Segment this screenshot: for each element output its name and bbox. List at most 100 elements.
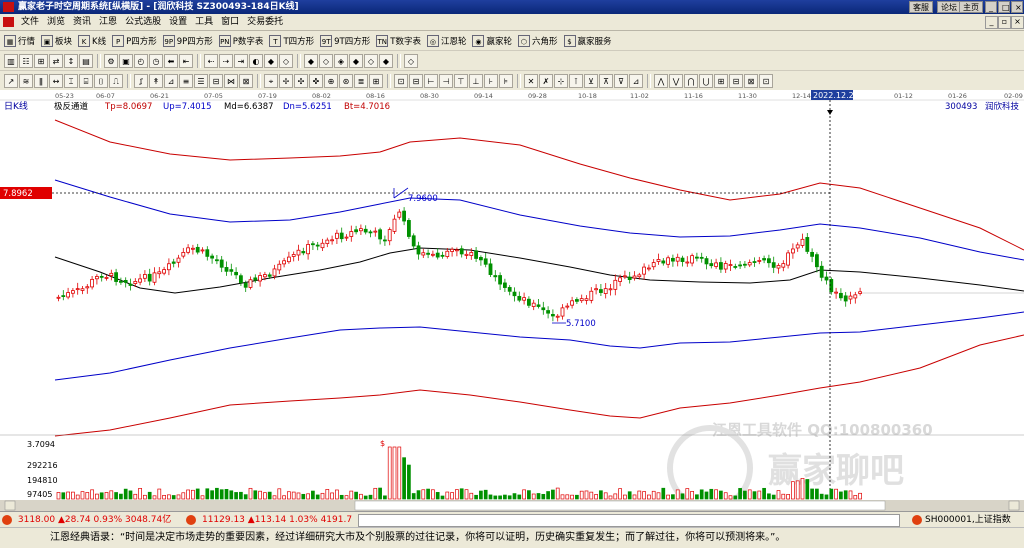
status-scrollbar[interactable] (358, 514, 900, 527)
toolbar-button-t-square[interactable]: T T四方形 (269, 34, 314, 47)
tool-icon[interactable]: ≣ (354, 73, 368, 88)
close-icon[interactable]: × (1011, 1, 1023, 13)
tool-icon[interactable]: ↔ (49, 73, 63, 88)
menu-window[interactable]: 窗口 (217, 14, 243, 30)
tool-icon[interactable]: ⇥ (234, 53, 248, 68)
toolbar-button-gann-wheel[interactable]: ◎ 江恩轮 (426, 34, 466, 47)
current-index-label[interactable]: SH000001,上证指数 (925, 512, 1011, 527)
service-button[interactable]: 客服 (909, 1, 933, 13)
tool-icon[interactable]: ≡ (179, 73, 193, 88)
tool-icon[interactable]: ✜ (309, 73, 323, 88)
tool-icon[interactable]: ⌷ (94, 73, 108, 88)
tool-icon[interactable]: ◷ (149, 53, 163, 68)
tool-icon[interactable]: ⊠ (239, 73, 253, 88)
tool-icon[interactable]: ⋁ (669, 73, 683, 88)
scroll-thumb[interactable] (354, 500, 886, 511)
tool-icon[interactable]: ⊢ (424, 73, 438, 88)
tool-icon[interactable]: ◆ (264, 53, 278, 68)
sh-index-value[interactable]: 3118.00 (18, 515, 55, 525)
tool-icon[interactable]: ☰ (194, 73, 208, 88)
tool-icon[interactable]: ⊻ (584, 73, 598, 88)
tool-icon[interactable]: ▣ (119, 53, 133, 68)
tool-icon[interactable]: ⊡ (394, 73, 408, 88)
tool-icon[interactable]: ⊛ (339, 73, 353, 88)
tool-icon[interactable]: ⋃ (699, 73, 713, 88)
tool-icon[interactable]: ◴ (134, 53, 148, 68)
tool-icon[interactable]: ⊤ (454, 73, 468, 88)
toolbar-button-winner-wheel[interactable]: ◉ 赢家轮 (472, 34, 512, 47)
toolbar-button-t-number[interactable]: TN T数字表 (376, 34, 421, 47)
tool-icon[interactable]: ↕ (64, 53, 78, 68)
tool-icon[interactable]: ⊦ (484, 73, 498, 88)
tool-icon[interactable]: ⊣ (439, 73, 453, 88)
tool-icon[interactable]: ✕ (524, 73, 538, 88)
tool-icon[interactable]: ⊺ (569, 73, 583, 88)
tool-icon[interactable]: ↗ (4, 73, 18, 88)
tool-icon[interactable]: ◈ (334, 53, 348, 68)
tool-icon[interactable]: ◇ (404, 53, 418, 68)
mdi-restore-icon[interactable]: ▫ (998, 16, 1011, 29)
menu-tools[interactable]: 工具 (191, 14, 217, 30)
tool-icon[interactable]: ◐ (249, 53, 263, 68)
tool-icon[interactable]: ⊠ (744, 73, 758, 88)
tool-icon[interactable]: ⌸ (79, 73, 93, 88)
tool-icon[interactable]: ◆ (349, 53, 363, 68)
tool-icon[interactable]: ⊟ (409, 73, 423, 88)
menu-formula-screener[interactable]: 公式选股 (121, 14, 165, 30)
mdi-minimize-icon[interactable]: _ (985, 16, 998, 29)
tool-icon[interactable]: ⌶ (64, 73, 78, 88)
sz-index-value[interactable]: 11129.13 (202, 515, 245, 525)
tool-icon[interactable]: ⌖ (264, 73, 278, 88)
tool-icon[interactable]: ⚙ (104, 53, 118, 68)
tool-icon[interactable]: ◆ (379, 53, 393, 68)
tool-icon[interactable]: ⇠ (204, 53, 218, 68)
tool-icon[interactable]: ⊕ (324, 73, 338, 88)
tool-icon[interactable]: ▥ (4, 53, 18, 68)
tool-icon[interactable]: ✗ (539, 73, 553, 88)
toolbar-button-9p-square[interactable]: 9P 9P四方形 (162, 34, 213, 47)
tool-icon[interactable]: ✢ (279, 73, 293, 88)
tool-icon[interactable]: ⊧ (499, 73, 513, 88)
tool-icon[interactable]: ⎎ (134, 73, 148, 88)
tool-icon[interactable]: ⋂ (684, 73, 698, 88)
forum-button[interactable]: 论坛 (937, 1, 961, 13)
tool-icon[interactable]: ◇ (279, 53, 293, 68)
toolbar-button-hexagon[interactable]: ⬡ 六角形 (517, 34, 558, 47)
toolbar-button-blocks[interactable]: ▣ 板块 (41, 34, 72, 47)
tool-icon[interactable]: ⊟ (729, 73, 743, 88)
tool-icon[interactable]: ▤ (79, 53, 93, 68)
menu-app-icon[interactable] (3, 17, 14, 27)
tool-icon[interactable]: ⋀ (654, 73, 668, 88)
tool-icon[interactable]: ⊞ (369, 73, 383, 88)
tool-icon[interactable]: ⊼ (599, 73, 613, 88)
tool-icon[interactable]: ⇢ (219, 53, 233, 68)
tool-icon[interactable]: ⬅ (164, 53, 178, 68)
tool-icon[interactable]: ↟ (149, 73, 163, 88)
toolbar-button-p-number[interactable]: PN P数字表 (218, 34, 263, 47)
menu-file[interactable]: 文件 (17, 14, 43, 30)
menu-trading[interactable]: 交易委托 (243, 14, 287, 30)
tool-icon[interactable]: ⋈ (224, 73, 238, 88)
scroll-left-icon[interactable] (4, 500, 16, 511)
scroll-right-icon[interactable] (1008, 500, 1020, 511)
kline-chart[interactable]: 05-23 06-07 06-21 07-05 07-19 08-02 08-16 08-30… (0, 90, 1024, 511)
tool-icon[interactable]: ǁ (34, 73, 48, 88)
tool-icon[interactable]: ⊡ (759, 73, 773, 88)
tool-icon[interactable]: ⊥ (469, 73, 483, 88)
minimize-icon[interactable]: _ (985, 1, 997, 13)
tool-icon[interactable]: ⇤ (179, 53, 193, 68)
tool-icon[interactable]: ⊟ (209, 73, 223, 88)
mdi-close-icon[interactable]: × (1011, 16, 1024, 29)
menu-gann[interactable]: 江恩 (95, 14, 121, 30)
tool-icon[interactable]: ≋ (19, 73, 33, 88)
menu-browse[interactable]: 浏览 (43, 14, 69, 30)
tool-icon[interactable]: ⇄ (49, 53, 63, 68)
menu-settings[interactable]: 设置 (165, 14, 191, 30)
toolbar-button-kline[interactable]: K K线 (78, 34, 106, 47)
tool-icon[interactable]: ⎍ (109, 73, 123, 88)
tool-icon[interactable]: ◇ (319, 53, 333, 68)
menu-news[interactable]: 资讯 (69, 14, 95, 30)
tool-icon[interactable]: ⊿ (164, 73, 178, 88)
tool-icon[interactable]: ⊿ (629, 73, 643, 88)
toolbar-button-p-square[interactable]: P P四方形 (112, 34, 157, 47)
